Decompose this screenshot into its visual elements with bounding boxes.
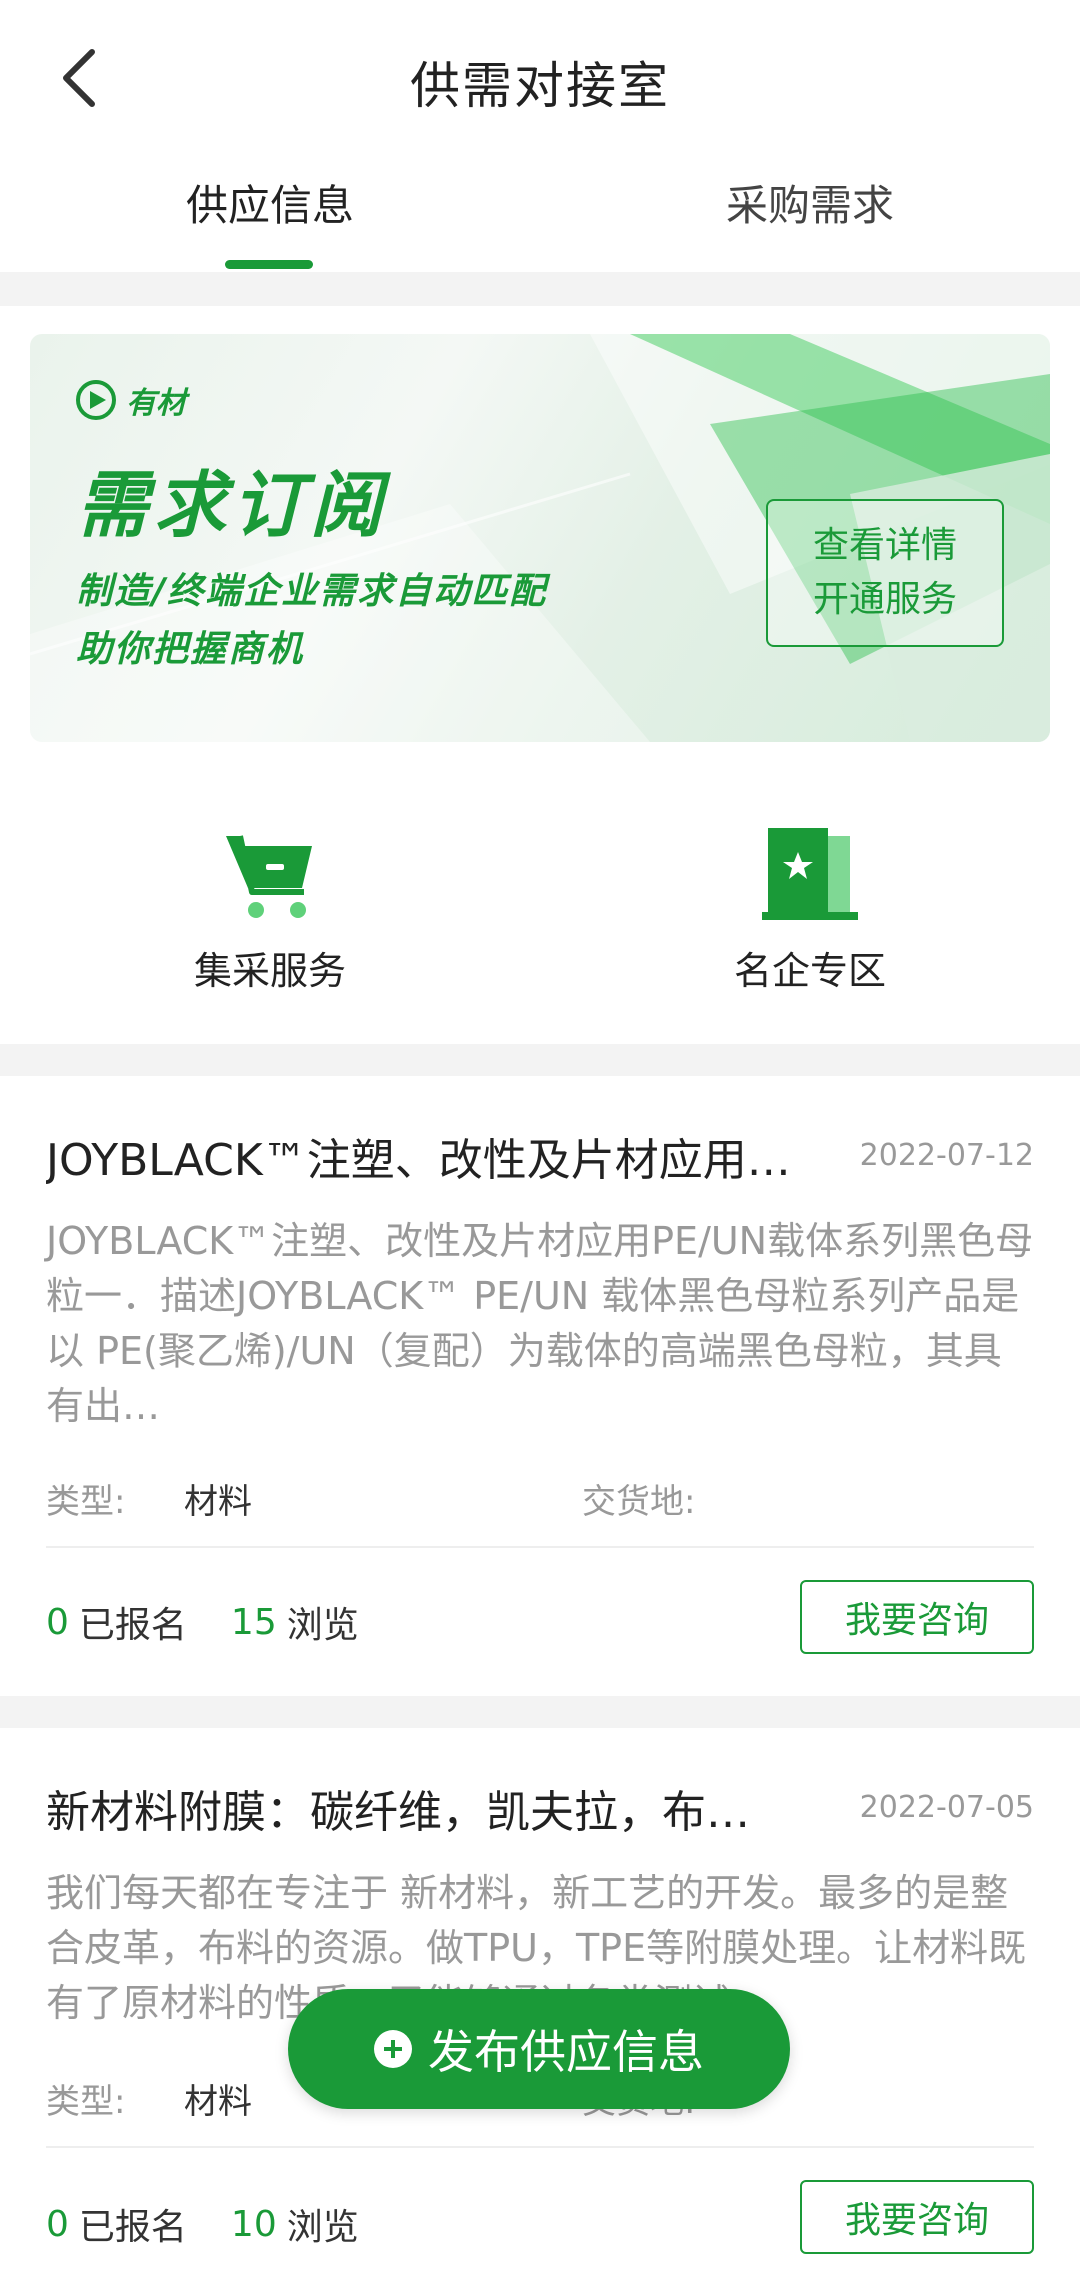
- famous-enterprise-label: 名企专区: [733, 949, 886, 993]
- consult-button[interactable]: 我要咨询: [800, 1580, 1034, 1654]
- type-label: 类型:: [46, 2082, 126, 2122]
- view-label: 浏览: [286, 2207, 359, 2248]
- brand-name: 有材: [126, 386, 186, 421]
- subscription-banner[interactable]: 有材 需求订阅 制造/终端企业需求自动匹配 助你把握商机 查看详情 开通服务: [30, 334, 1050, 742]
- group-purchase-label: 集采服务: [193, 949, 346, 993]
- card-divider: [46, 1546, 1034, 1548]
- type-label: 类型:: [46, 1482, 126, 1522]
- cart-icon: [226, 835, 312, 918]
- listing-card[interactable]: JOYBLACK™注塑、改性及片材应用… 2022-07-12 JOYBLACK…: [0, 1076, 1080, 1696]
- banner-cta-line-2: 开通服务: [812, 579, 957, 620]
- type-value: 材料: [184, 1482, 252, 1522]
- signup-count: 0: [46, 1601, 69, 1643]
- type-value: 材料: [184, 2082, 252, 2122]
- view-count: 15: [230, 1601, 277, 1643]
- signup-label: 已报名: [78, 2207, 187, 2248]
- section-divider: [0, 272, 1080, 306]
- page-title: 供需对接室: [410, 57, 670, 115]
- publish-supply-label: 发布供应信息: [428, 2025, 704, 2079]
- brand-logo-icon: [76, 380, 116, 420]
- view-label: 浏览: [286, 1605, 359, 1646]
- card-divider: [46, 2146, 1034, 2148]
- section-divider: [0, 1044, 1080, 1076]
- listing-description: JOYBLACK™注塑、改性及片材应用PE/UN载体系列黑色母粒一．描述JOYB…: [46, 1219, 1034, 1428]
- consult-button[interactable]: 我要咨询: [800, 2180, 1034, 2254]
- tab-bar: 供应信息 采购需求: [0, 172, 1080, 272]
- listing-stats: 0 已报名 10 浏览: [46, 2198, 359, 2250]
- active-tab-indicator: [225, 260, 313, 269]
- signup-label: 已报名: [78, 1605, 187, 1646]
- listing-stats: 0 已报名 15 浏览: [46, 1596, 359, 1648]
- view-count: 10: [230, 2203, 277, 2245]
- banner-subtitle-2: 助你把握商机: [76, 629, 305, 670]
- plus-circle-icon: [374, 2030, 412, 2068]
- signup-count: 0: [46, 2203, 69, 2245]
- tab-purchase-demand[interactable]: 采购需求: [660, 172, 960, 233]
- delivery-label: 交货地:: [582, 1482, 696, 1522]
- listing-date: 2022-07-12: [859, 1138, 1034, 1173]
- banner-subtitle-1: 制造/终端企业需求自动匹配: [76, 571, 548, 612]
- group-purchase-entry[interactable]: 集采服务: [120, 820, 420, 995]
- publish-supply-button[interactable]: 发布供应信息: [288, 1989, 790, 2109]
- banner-title: 需求订阅: [76, 463, 389, 547]
- top-bar: 供需对接室: [0, 0, 1080, 160]
- banner-cta-button[interactable]: 查看详情 开通服务: [766, 499, 1004, 647]
- tab-supply-info[interactable]: 供应信息: [120, 172, 420, 233]
- famous-enterprise-entry[interactable]: 名企专区: [660, 820, 960, 995]
- listing-date: 2022-07-05: [859, 1790, 1034, 1825]
- brand-logo: 有材: [76, 378, 186, 422]
- section-divider: [0, 1696, 1080, 1728]
- banner-cta-line-1: 查看详情: [812, 525, 957, 566]
- listing-title: 新材料附膜：碳纤维，凯夫拉，布…: [46, 1787, 750, 1838]
- listing-title: JOYBLACK™注塑、改性及片材应用…: [46, 1135, 791, 1186]
- building-star-icon: [762, 828, 858, 920]
